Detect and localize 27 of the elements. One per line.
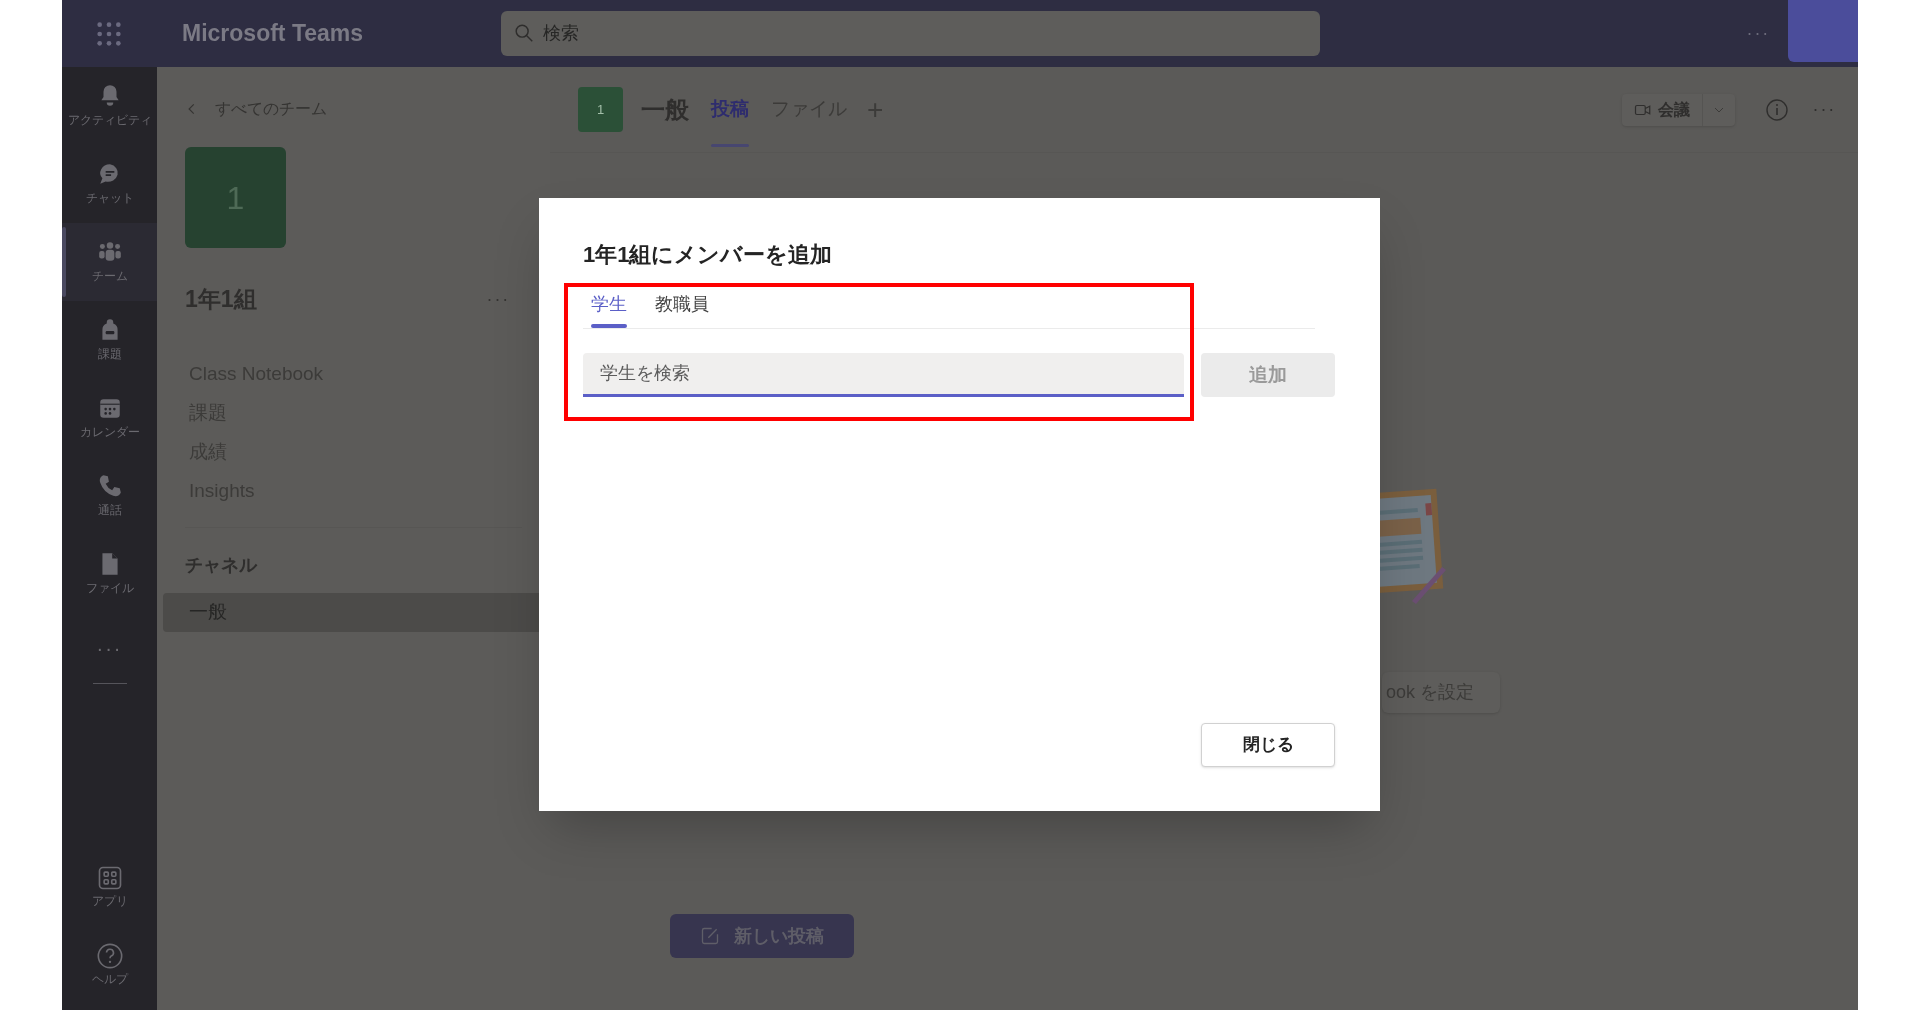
rail-item[interactable]: 課題 [62, 301, 157, 379]
rail-item[interactable]: カレンダー [62, 379, 157, 457]
search-field[interactable]: 学生を検索 [583, 353, 1184, 397]
rail-item[interactable]: アクティビティ [62, 67, 157, 145]
search-icon[interactable] [513, 22, 535, 44]
more-options-button[interactable]: ··· [1812, 96, 1836, 123]
info-icon[interactable] [1764, 97, 1789, 122]
more-apps-button[interactable]: ··· [96, 633, 123, 663]
rail-item[interactable]: アプリ [62, 848, 157, 926]
app-launcher-icon[interactable] [95, 19, 123, 48]
rail-item[interactable]: ファイル [62, 535, 157, 613]
member-tab[interactable]: 学生 [591, 289, 627, 328]
dialog-title: 1年1組にメンバーを追加 [583, 241, 834, 269]
rail-item[interactable]: チャット [62, 145, 157, 223]
add-tab-button[interactable]: + [867, 88, 884, 131]
more-options-button[interactable]: ··· [1746, 20, 1770, 47]
channel-avatar: 1 [578, 87, 623, 132]
help-icon[interactable] [95, 942, 124, 970]
member-tab[interactable]: 教職員 [655, 289, 709, 328]
rail-item[interactable]: チーム [62, 223, 157, 301]
rail-item[interactable]: ヘルプ [62, 926, 157, 1004]
app-title: Microsoft Teams [182, 19, 365, 49]
more-options-button[interactable]: ··· [486, 285, 510, 313]
search-field[interactable]: 検索 [501, 11, 1320, 56]
rail-item[interactable]: 通話 [62, 457, 157, 535]
close-button[interactable]: 閉じる [1201, 723, 1335, 767]
edit-icon[interactable] [700, 926, 720, 946]
